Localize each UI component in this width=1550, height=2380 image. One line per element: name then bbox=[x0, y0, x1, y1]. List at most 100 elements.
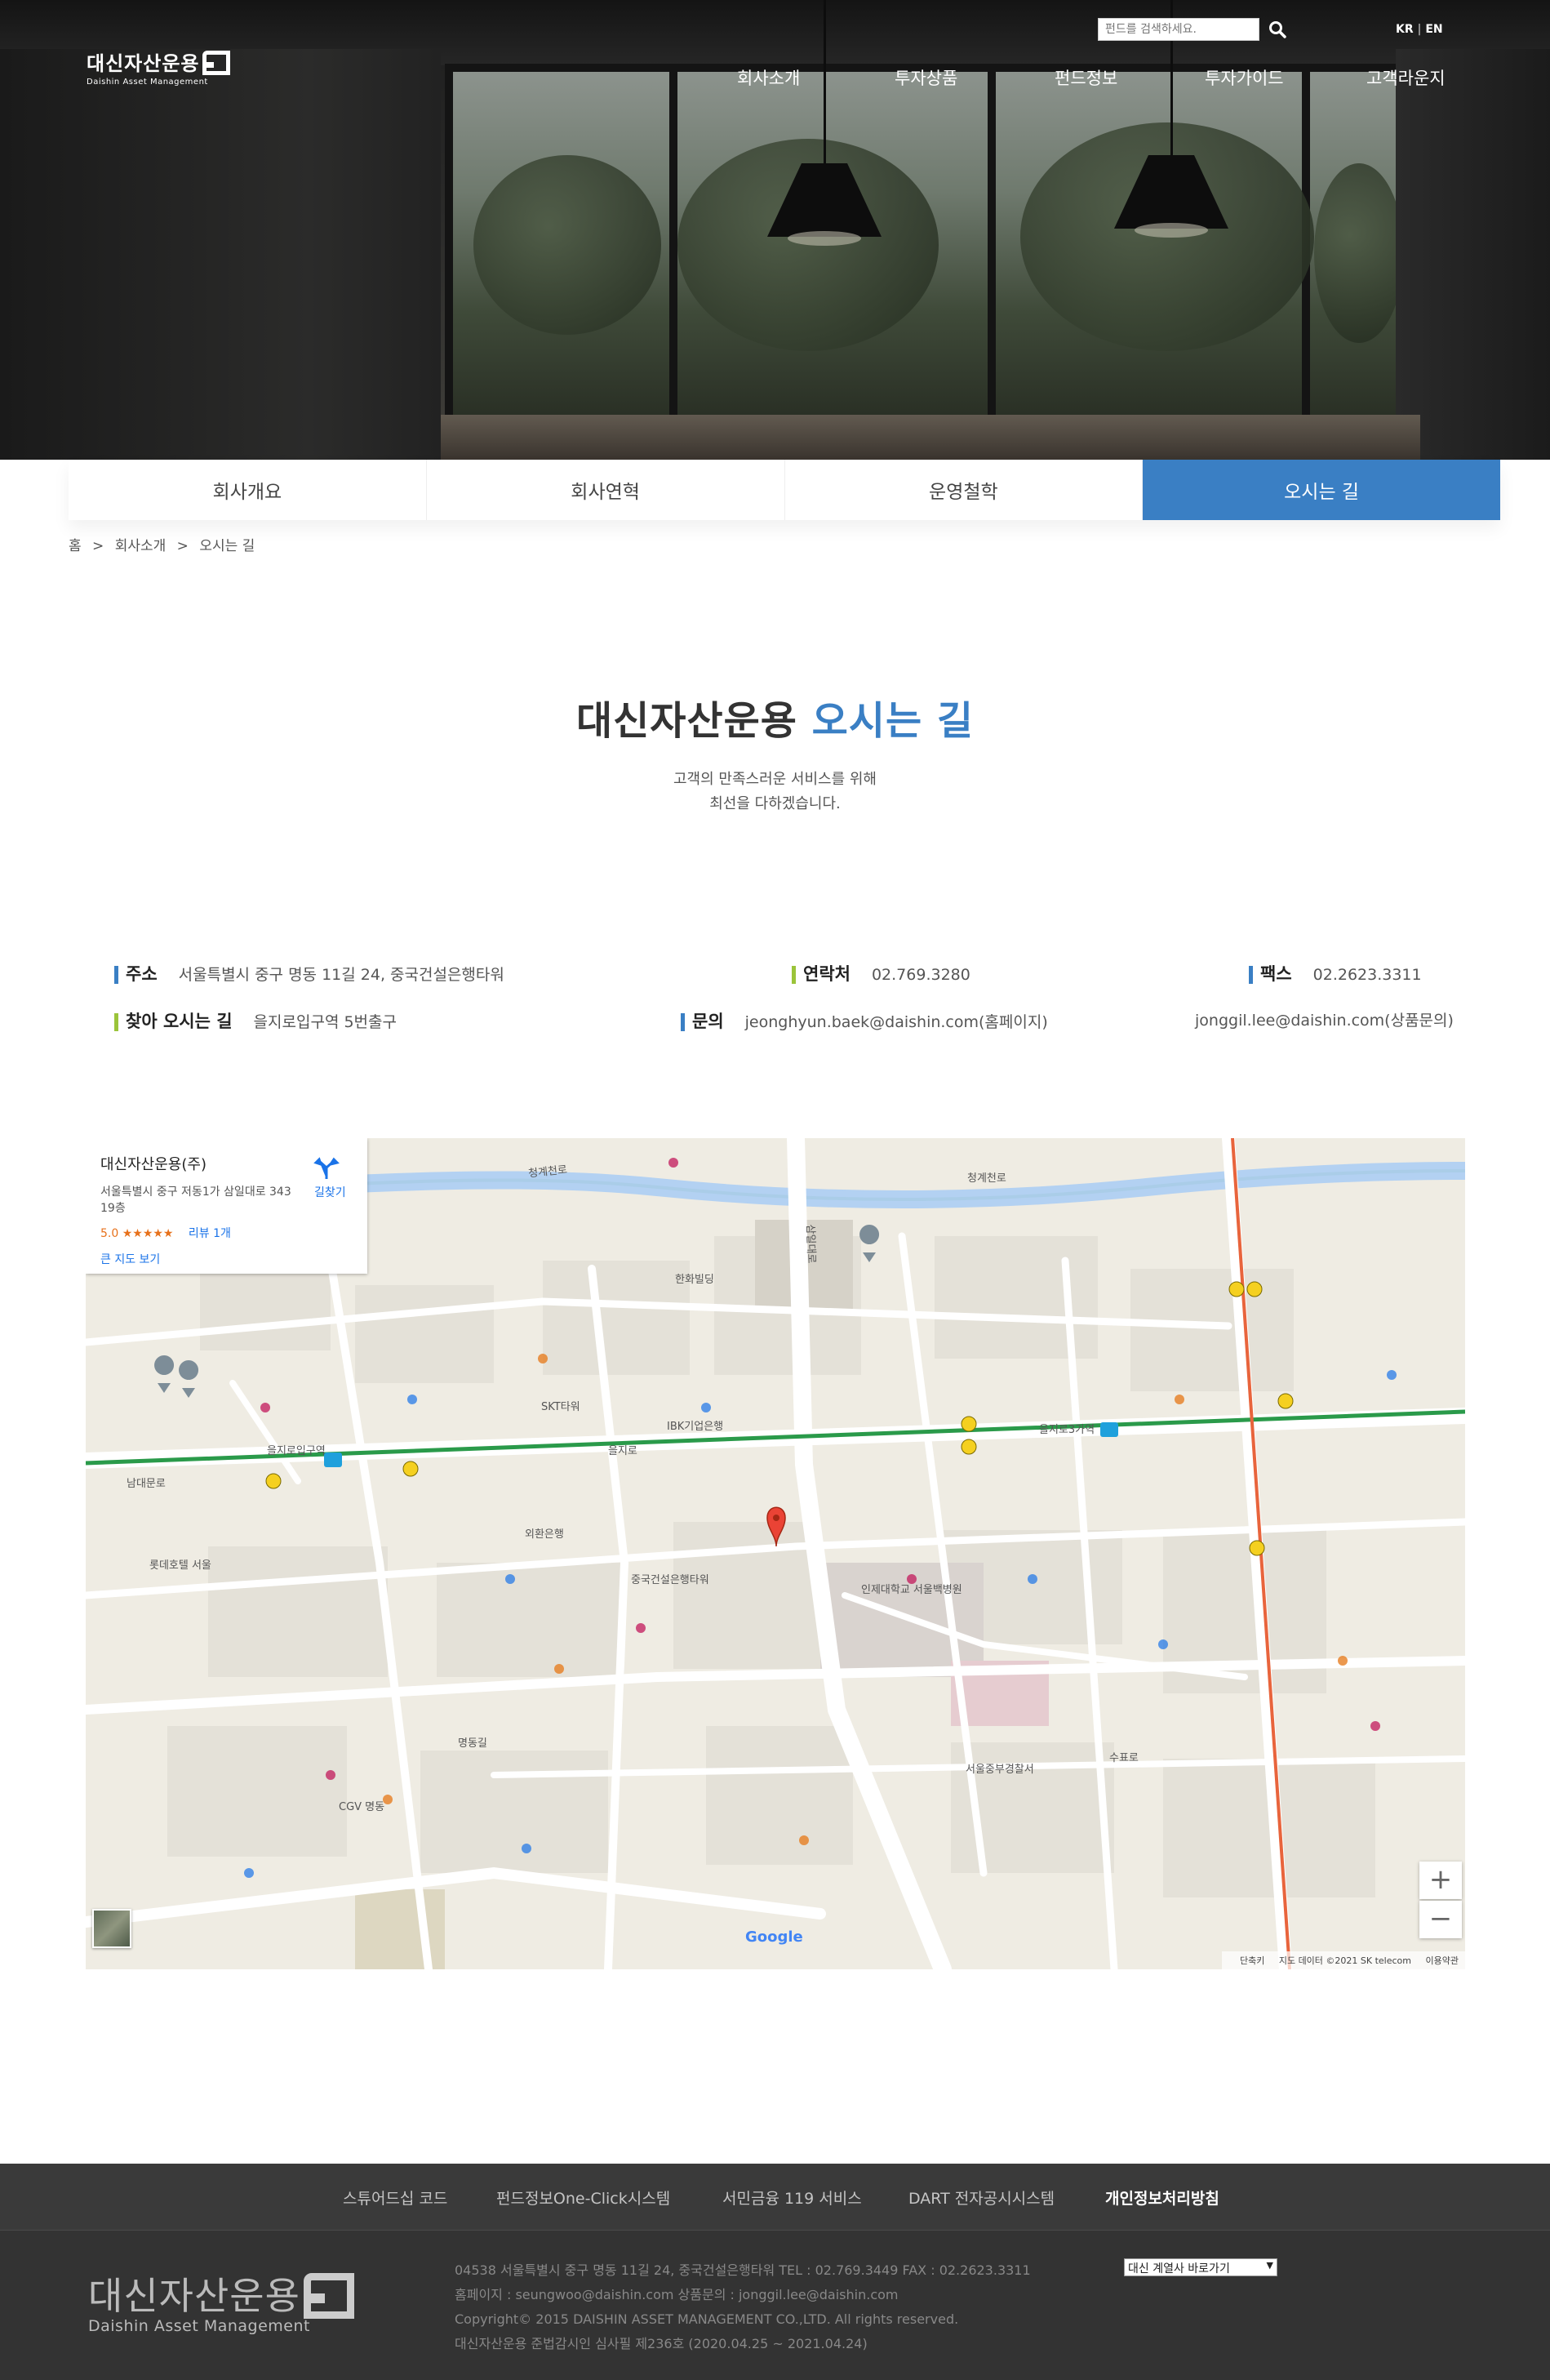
tab-history[interactable]: 회사연혁 bbox=[427, 460, 785, 520]
tab-philosophy[interactable]: 운영철학 bbox=[785, 460, 1144, 520]
lang-en-link[interactable]: EN bbox=[1425, 23, 1442, 36]
poi-icon bbox=[538, 1354, 548, 1363]
fund-search-input[interactable] bbox=[1098, 18, 1259, 41]
lamp-cord bbox=[824, 0, 826, 163]
page-title-main: 대신자산운용 bbox=[575, 698, 797, 744]
inquiry-label: 문의 bbox=[681, 1012, 724, 1031]
table bbox=[441, 415, 1420, 460]
lamp-glow bbox=[788, 231, 861, 246]
breadcrumb-company[interactable]: 회사소개 bbox=[115, 538, 167, 554]
poi-icon bbox=[636, 1623, 646, 1633]
contact-label: 연락처 bbox=[792, 964, 851, 984]
zoom-in-button[interactable]: + bbox=[1419, 1862, 1462, 1899]
nav-products[interactable]: 투자상품 bbox=[895, 65, 957, 90]
station-number-icon bbox=[1246, 1281, 1263, 1297]
footer-link-stewardship[interactable]: 스튜어드십 코드 bbox=[343, 2186, 447, 2209]
zoom-out-button[interactable]: − bbox=[1419, 1901, 1462, 1938]
map-label: 명동길 bbox=[458, 1737, 487, 1750]
family-site-selected: 대신 계열사 바로가기 bbox=[1128, 2262, 1230, 2275]
footer-link-one-click[interactable]: 펀드정보One-Click시스템 bbox=[496, 2186, 670, 2209]
place-rating: 5.0 ★★★★★ 리뷰 1개 bbox=[100, 1225, 353, 1241]
map-label: IBK기업은행 bbox=[667, 1421, 724, 1433]
lamp-glow bbox=[1135, 223, 1208, 238]
breadcrumb-sep: > bbox=[176, 538, 189, 554]
larger-map-link[interactable]: 큰 지도 보기 bbox=[100, 1251, 353, 1267]
map-label: 을지로입구역 bbox=[267, 1445, 326, 1457]
breadcrumb-home[interactable]: 홈 bbox=[69, 538, 82, 554]
breadcrumb-sep: > bbox=[92, 538, 104, 554]
poi-icon bbox=[668, 1158, 678, 1168]
map-label: 외환은행 bbox=[525, 1528, 564, 1541]
footer-info-line: 04538 서울특별시 중구 명동 11길 24, 중국건설은행타워 TEL :… bbox=[455, 2262, 1031, 2278]
nav-company[interactable]: 회사소개 bbox=[737, 65, 800, 90]
footer: 대신자산운용 Daishin Asset Management 04538 서울… bbox=[0, 2231, 1550, 2380]
poi-icon bbox=[701, 1403, 711, 1412]
directions-link[interactable]: 길찾기 bbox=[314, 1184, 346, 1200]
tree bbox=[473, 155, 661, 335]
poi-icon bbox=[1028, 1574, 1037, 1584]
page-title-accent: 오시는 길 bbox=[811, 698, 975, 744]
poi-icon bbox=[1387, 1370, 1397, 1380]
address-value: 서울특별시 중구 명동 11길 24, 중국건설은행타워 bbox=[178, 966, 504, 984]
map-label: CGV 명동 bbox=[339, 1801, 385, 1813]
tab-directions[interactable]: 오시는 길 bbox=[1143, 460, 1500, 520]
reviews-link[interactable]: 리뷰 1개 bbox=[189, 1227, 231, 1240]
satellite-toggle-button[interactable] bbox=[92, 1909, 131, 1948]
lang-kr-link[interactable]: KR bbox=[1396, 23, 1414, 36]
description-line: 고객의 만족스러운 서비스를 위해 bbox=[673, 771, 877, 788]
map-label: 을지로3가역 bbox=[1039, 1424, 1095, 1436]
logo-text-ko: 대신자산운용 bbox=[87, 52, 200, 75]
footer-links: 스튜어드십 코드 펀드정보One-Click시스템 서민금융 119 서비스 D… bbox=[0, 2164, 1550, 2231]
nav-fund-info[interactable]: 펀드정보 bbox=[1055, 65, 1117, 90]
footer-link-119[interactable]: 서민금융 119 서비스 bbox=[722, 2186, 862, 2209]
page-title: 대신자산운용 오시는 길 bbox=[0, 688, 1550, 745]
tree bbox=[1314, 163, 1404, 343]
station-icon[interactable] bbox=[1100, 1422, 1118, 1437]
station-number-icon bbox=[402, 1461, 419, 1477]
google-logo: Google bbox=[745, 1928, 803, 1946]
keyboard-shortcuts-link[interactable]: 단축키 bbox=[1240, 1955, 1264, 1966]
search-icon[interactable] bbox=[1268, 20, 1287, 39]
nav-customer-lounge[interactable]: 고객라운지 bbox=[1366, 65, 1446, 90]
footer-logo-mark-icon bbox=[304, 2273, 354, 2319]
google-map[interactable]: 청계천로 청계천로 을지로 삼일대로 명동길 수표로 남대문로 을지로입구역 을… bbox=[86, 1138, 1465, 1969]
logo-mark-icon bbox=[202, 51, 230, 75]
poi-icon bbox=[522, 1844, 531, 1853]
poi-icon bbox=[1158, 1639, 1168, 1649]
wall bbox=[0, 49, 441, 460]
footer-link-dart[interactable]: DART 전자공시시스템 bbox=[908, 2186, 1055, 2209]
footer-link-privacy[interactable]: 개인정보처리방침 bbox=[1105, 2186, 1219, 2209]
map-data-text: 지도 데이터 ©2021 SK telecom bbox=[1278, 1955, 1412, 1966]
directions-icon[interactable] bbox=[313, 1156, 340, 1181]
map-label: 인제대학교 서울백병원 bbox=[861, 1584, 962, 1596]
terms-link[interactable]: 이용약관 bbox=[1426, 1955, 1459, 1966]
site-logo[interactable]: 대신자산운용 Daishin Asset Management bbox=[87, 47, 230, 87]
poi-icon bbox=[1175, 1395, 1184, 1404]
directions-value: 을지로입구역 5번출구 bbox=[253, 1013, 397, 1031]
contact-value: 02.769.3280 bbox=[871, 966, 970, 984]
info-directions: 찾아 오시는 길 을지로입구역 5번출구 bbox=[114, 1008, 397, 1033]
map-label: 삼일대로 bbox=[803, 1224, 818, 1264]
fax-value: 02.2623.3311 bbox=[1312, 966, 1422, 984]
place-address: 서울특별시 중구 저동1가 삼일대로 343 19층 bbox=[100, 1186, 291, 1215]
poi-icon bbox=[260, 1403, 270, 1412]
nav-invest-guide[interactable]: 투자가이드 bbox=[1205, 65, 1284, 90]
poi-icon bbox=[799, 1835, 809, 1845]
logo-text-en: Daishin Asset Management bbox=[87, 78, 208, 87]
station-icon[interactable] bbox=[324, 1452, 342, 1467]
map-label: 한화빌딩 bbox=[675, 1274, 714, 1286]
family-site-select[interactable]: 대신 계열사 바로가기 ▼ bbox=[1124, 2258, 1277, 2276]
breadcrumb: 홈 > 회사소개 > 오시는 길 bbox=[69, 534, 261, 554]
poi-icon bbox=[505, 1574, 515, 1584]
tab-overview[interactable]: 회사개요 bbox=[69, 460, 427, 520]
station-number-icon bbox=[265, 1473, 282, 1489]
station-number-icon bbox=[1249, 1540, 1265, 1556]
wall bbox=[1396, 49, 1550, 460]
page-description: 고객의 만족스러운 서비스를 위해 최선을 다하겠습니다. bbox=[0, 767, 1550, 816]
info-contact: 연락처 02.769.3280 bbox=[792, 961, 970, 985]
directions-label: 찾아 오시는 길 bbox=[114, 1012, 233, 1031]
map-label: 을지로 bbox=[608, 1445, 637, 1457]
info-inquiry: 문의 jeonghyun.baek@daishin.com(홈페이지) bbox=[681, 1008, 1048, 1033]
map-label: 중국건설은행타워 bbox=[631, 1574, 709, 1586]
map-label: 청계천로 bbox=[967, 1172, 1006, 1185]
